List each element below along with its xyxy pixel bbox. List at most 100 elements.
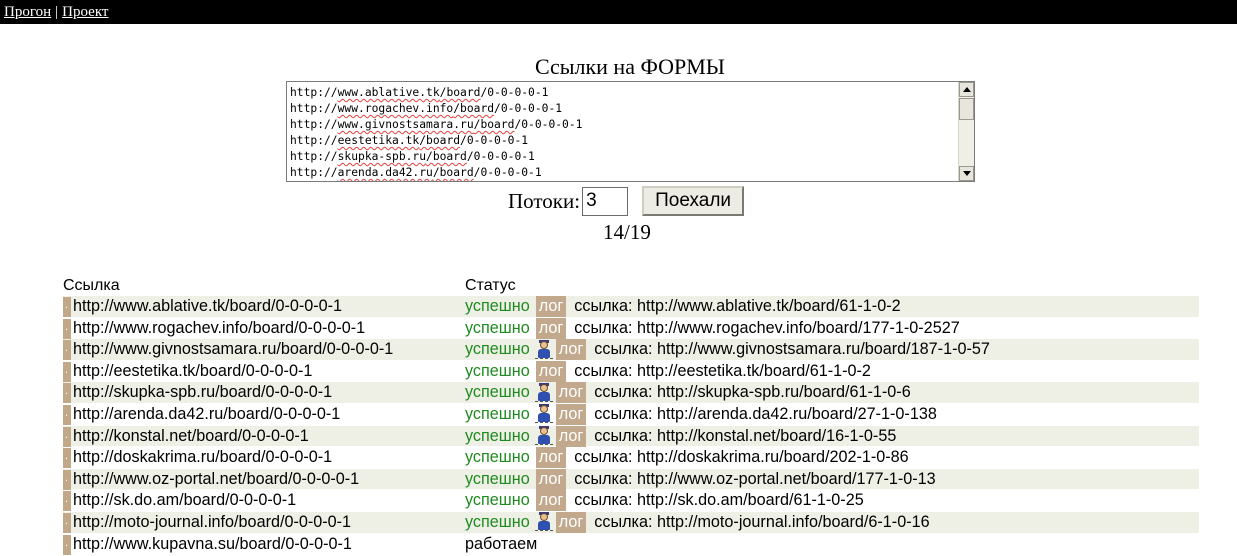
log-link[interactable]: лог bbox=[535, 317, 567, 339]
results-table: http://www.ablative.tk/board/0-0-0-0-1 ус… bbox=[63, 295, 1199, 556]
row-url: http://www.oz-portal.net/board/0-0-0-0-1 bbox=[73, 469, 360, 488]
log-link[interactable]: лог bbox=[535, 490, 567, 512]
row-status-cell: успешно лог ссылка: http://sk.do.am/board/… bbox=[465, 490, 864, 512]
row-marker[interactable] bbox=[63, 489, 71, 512]
nav-run-link[interactable]: Прогон bbox=[4, 4, 51, 20]
row-marker[interactable] bbox=[63, 425, 71, 447]
row-url: http://www.kupavna.su/board/0-0-0-0-1 bbox=[73, 534, 352, 553]
log-link[interactable]: лог bbox=[555, 382, 587, 404]
row-url: http://www.givnostsamara.ru/board/0-0-0-… bbox=[73, 340, 394, 359]
threads-row: Потоки: Поехали bbox=[508, 185, 745, 217]
table-row: http://arenda.da42.ru/board/0-0-0-0-1 усп… bbox=[63, 403, 1199, 426]
url-line: http://eestetika.tk/board/0-0-0-0-1 bbox=[290, 134, 529, 147]
top-nav: Прогон | Проект bbox=[4, 4, 108, 21]
form-title: Ссылки на ФОРМЫ bbox=[535, 54, 725, 79]
progress-counter: 14/19 bbox=[603, 220, 651, 244]
log-link[interactable]: лог bbox=[555, 511, 587, 533]
status-text: успешно bbox=[465, 469, 530, 488]
scroll-thumb[interactable] bbox=[959, 98, 974, 120]
column-header-status: Статус bbox=[465, 277, 516, 294]
urls-scrollbar[interactable] bbox=[958, 82, 974, 181]
row-marker[interactable] bbox=[63, 381, 71, 404]
row-marker[interactable] bbox=[63, 403, 71, 425]
top-nav-bar: Прогон | Проект bbox=[0, 0, 1237, 24]
row-marker[interactable] bbox=[63, 533, 71, 555]
captcha-person-icon bbox=[534, 512, 553, 532]
captcha-person-icon bbox=[534, 382, 553, 403]
result-link-text: ссылка: http://moto-journal.info/board/6… bbox=[594, 512, 930, 531]
status-text: успешно bbox=[465, 512, 530, 531]
status-text: успешно bbox=[465, 448, 530, 467]
row-marker[interactable] bbox=[63, 295, 71, 317]
log-link[interactable]: лог bbox=[535, 296, 567, 317]
urls-text: http://www.ablative.tk/board/0-0-0-0-1 ht… bbox=[290, 85, 582, 181]
row-marker[interactable] bbox=[63, 446, 71, 469]
scroll-up-arrow-icon[interactable] bbox=[959, 82, 974, 97]
row-url: http://eestetika.tk/board/0-0-0-0-1 bbox=[73, 361, 313, 380]
table-row: http://www.ablative.tk/board/0-0-0-0-1 ус… bbox=[63, 295, 1199, 318]
captcha-person-icon bbox=[534, 426, 553, 446]
status-text: успешно bbox=[465, 404, 530, 423]
table-row: http://www.oz-portal.net/board/0-0-0-0-1… bbox=[63, 468, 1199, 491]
result-link-text: ссылка: http://sk.do.am/board/61-1-0-25 bbox=[574, 491, 864, 510]
row-url: http://doskakrima.ru/board/0-0-0-0-1 bbox=[73, 448, 333, 467]
go-button[interactable]: Поехали bbox=[642, 186, 745, 216]
row-marker[interactable] bbox=[63, 511, 71, 533]
url-line: http://arenda.da42.ru/board/0-0-0-0-1 bbox=[290, 166, 542, 179]
threads-input[interactable] bbox=[582, 186, 629, 216]
threads-label: Потоки: bbox=[508, 188, 581, 213]
result-link-text: ссылка: http://arenda.da42.ru/board/27-1… bbox=[594, 404, 937, 423]
row-url: http://skupka-spb.ru/board/0-0-0-0-1 bbox=[73, 383, 333, 402]
log-link[interactable]: лог bbox=[555, 425, 587, 447]
scroll-down-arrow-icon[interactable] bbox=[959, 166, 974, 181]
column-header-link: Ссылка bbox=[63, 277, 120, 294]
nav-project-link[interactable]: Проект bbox=[62, 4, 108, 20]
row-status-cell: успешно лог ссылка: http://www.oz-portal.n… bbox=[465, 468, 936, 490]
row-status-cell: успешно лог ссылка: http://skupka-spb.ru/b… bbox=[465, 382, 911, 404]
row-marker[interactable] bbox=[63, 360, 71, 382]
status-text: успешно bbox=[465, 361, 530, 380]
row-status-cell: успешно лог ссылка: http://www.rogachev.in… bbox=[465, 317, 960, 339]
status-text: успешно bbox=[465, 318, 530, 337]
log-link[interactable]: лог bbox=[535, 360, 567, 382]
url-line: http://www.rogachev.info/board/0-0-0-0-1 bbox=[290, 102, 563, 115]
row-marker[interactable] bbox=[63, 317, 71, 339]
log-link[interactable]: лог bbox=[555, 339, 587, 361]
status-text: успешно bbox=[465, 491, 530, 510]
result-link-text: ссылка: http://www.givnostsamara.ru/boar… bbox=[594, 340, 990, 359]
urls-textarea[interactable]: http://www.ablative.tk/board/0-0-0-0-1 ht… bbox=[286, 81, 975, 182]
table-row: http://sk.do.am/board/0-0-0-0-1 успешно ло… bbox=[63, 489, 1199, 512]
log-link[interactable]: лог bbox=[535, 447, 567, 469]
result-link-text: ссылка: http://doskakrima.ru/board/202-1… bbox=[574, 448, 909, 467]
result-link-text: ссылка: http://www.rogachev.info/board/1… bbox=[574, 318, 960, 337]
log-link[interactable]: лог bbox=[535, 468, 567, 490]
table-row: http://www.kupavna.su/board/0-0-0-0-1 раб… bbox=[63, 533, 1199, 556]
row-status-cell: успешно лог ссылка: http://www.givnostsama… bbox=[465, 339, 990, 361]
row-url: http://arenda.da42.ru/board/0-0-0-0-1 bbox=[73, 404, 341, 423]
row-status-cell: успешно лог ссылка: http://konstal.net/boa… bbox=[465, 425, 896, 447]
row-status-cell: успешно лог ссылка: http://eestetika.tk/bo… bbox=[465, 360, 871, 382]
row-url: http://moto-journal.info/board/0-0-0-0-1 bbox=[73, 512, 352, 531]
row-url: http://konstal.net/board/0-0-0-0-1 bbox=[73, 426, 309, 445]
row-status-cell: успешно лог ссылка: http://doskakrima.ru/b… bbox=[465, 447, 909, 469]
captcha-person-icon bbox=[534, 339, 553, 360]
table-row: http://www.givnostsamara.ru/board/0-0-0-… bbox=[63, 338, 1199, 361]
table-row: http://skupka-spb.ru/board/0-0-0-0-1 успе… bbox=[63, 381, 1199, 404]
log-link[interactable]: лог bbox=[555, 403, 587, 425]
captcha-person-icon bbox=[534, 404, 553, 424]
status-text: успешно bbox=[465, 340, 530, 359]
row-url: http://sk.do.am/board/0-0-0-0-1 bbox=[73, 491, 297, 510]
status-text: работаем bbox=[465, 534, 538, 553]
table-row: http://doskakrima.ru/board/0-0-0-0-1 успе… bbox=[63, 446, 1199, 469]
table-row: http://www.rogachev.info/board/0-0-0-0-1… bbox=[63, 317, 1199, 340]
row-marker[interactable] bbox=[63, 468, 71, 490]
result-link-text: ссылка: http://eestetika.tk/board/61-1-0… bbox=[574, 361, 871, 380]
nav-separator: | bbox=[55, 4, 59, 20]
table-row: http://eestetika.tk/board/0-0-0-0-1 успеш… bbox=[63, 360, 1199, 383]
status-text: успешно bbox=[465, 383, 530, 402]
url-line: http://www.ablative.tk/board/0-0-0-0-1 bbox=[290, 86, 549, 99]
row-status-cell: успешно лог ссылка: http://moto-journal.in… bbox=[465, 511, 930, 533]
row-status-cell: работаем bbox=[465, 534, 537, 555]
result-link-text: ссылка: http://www.oz-portal.net/board/1… bbox=[574, 469, 936, 488]
row-marker[interactable] bbox=[63, 338, 71, 361]
